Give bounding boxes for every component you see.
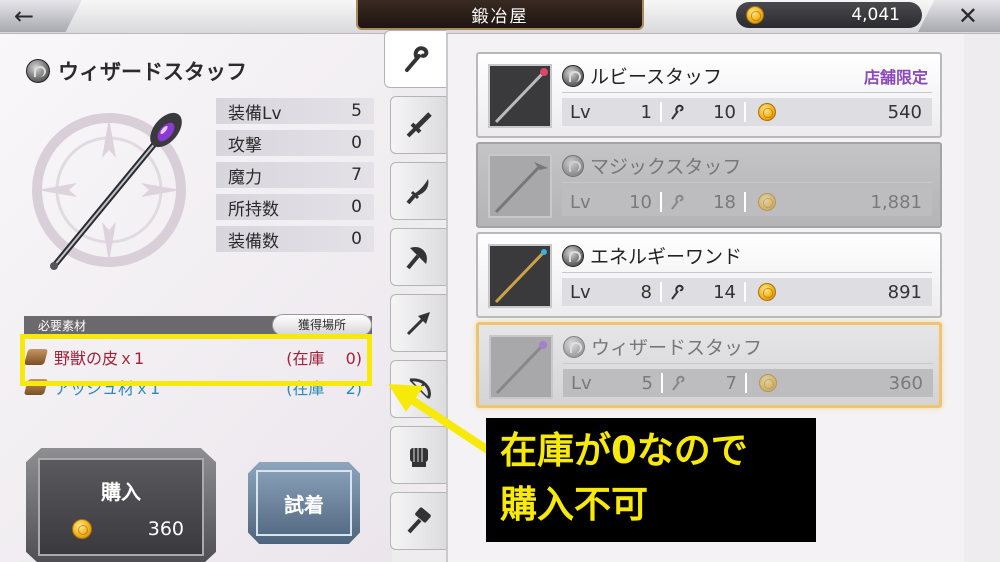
blade-icon xyxy=(405,179,428,205)
sword-icon xyxy=(406,112,432,138)
coin-icon xyxy=(759,374,777,392)
shop-item-price: 891 xyxy=(887,281,922,303)
item-emblem-image xyxy=(32,112,186,270)
close-icon: ✕ xyxy=(957,2,978,30)
buy-button[interactable]: 購入 360 xyxy=(26,448,216,562)
magic-power-icon xyxy=(671,194,684,210)
coin-icon xyxy=(758,103,776,121)
shop-item-level: 10 xyxy=(629,191,652,213)
magic-power-icon xyxy=(671,284,684,300)
magic-icon xyxy=(26,59,50,83)
spear-icon xyxy=(406,312,430,336)
page-title: 鍛冶屋 xyxy=(356,0,644,30)
stat-row-magic: 魔力 7 xyxy=(216,162,374,188)
buy-label: 購入 xyxy=(101,480,141,504)
coin-icon xyxy=(758,193,776,211)
magic-icon xyxy=(563,335,585,358)
annotation-box: 在庫が0なので 購入不可 xyxy=(486,418,816,542)
item-name: ウィザードスタッフ xyxy=(58,59,247,84)
shop-item-card[interactable]: ルビースタッフ 店舗限定 Lv 1 10 540 xyxy=(476,52,942,138)
shop-item-name: ルビースタッフ xyxy=(590,66,723,88)
staff-icon xyxy=(404,46,428,72)
missing-material-highlight xyxy=(20,334,372,386)
tab-staff[interactable] xyxy=(384,30,446,88)
tab-axe[interactable] xyxy=(390,228,446,286)
shop-item-price: 540 xyxy=(887,101,922,123)
shop-item-price: 1,881 xyxy=(870,191,922,213)
shop-item-card-selected[interactable]: ウィザードスタッフ Lv 5 7 360 xyxy=(476,322,942,408)
tab-spear[interactable] xyxy=(390,294,446,352)
stat-row-owned: 所持数 0 xyxy=(216,194,374,220)
stat-row-attack: 攻撃 0 xyxy=(216,130,374,156)
magic-icon xyxy=(562,244,584,267)
coin-icon xyxy=(746,6,764,24)
shop-item-name: ウィザードスタッフ xyxy=(591,337,763,359)
currency-display: 4,041 xyxy=(736,2,922,28)
shop-item-name: エネルギーワンド xyxy=(590,246,743,268)
item-thumbnail xyxy=(488,154,552,218)
annotation-line-2: 購入不可 xyxy=(500,483,648,526)
axe-icon xyxy=(405,246,427,270)
tab-blade[interactable] xyxy=(390,162,446,220)
shop-item-card[interactable]: マジックスタッフ Lv 10 18 1,881 xyxy=(476,142,942,228)
item-thumbnail xyxy=(488,64,552,128)
back-arrow-icon: ← xyxy=(14,2,35,30)
shop-item-magic: 10 xyxy=(713,101,736,123)
currency-amount: 4,041 xyxy=(851,5,900,25)
try-on-button[interactable]: 試着 xyxy=(248,462,360,544)
item-title: ウィザードスタッフ xyxy=(26,56,247,86)
magic-power-icon xyxy=(672,375,685,391)
buy-price-value: 360 xyxy=(147,518,184,540)
top-bar: ← 鍛冶屋 4,041 ✕ xyxy=(0,0,1000,34)
shop-limited-badge: 店舗限定 xyxy=(863,68,928,87)
coin-icon xyxy=(758,283,776,301)
shop-item-stats: Lv 10 18 1,881 xyxy=(562,188,932,216)
magic-power-icon xyxy=(671,104,684,120)
tab-hammer[interactable] xyxy=(390,492,446,550)
tab-sword[interactable] xyxy=(390,96,446,154)
shop-item-level: 8 xyxy=(640,281,652,303)
shop-item-stats: Lv 5 7 360 xyxy=(563,369,933,397)
shop-item-magic: 18 xyxy=(713,191,736,213)
coin-icon xyxy=(72,519,92,539)
item-thumbnail xyxy=(488,244,552,308)
hammer-icon xyxy=(407,507,431,534)
shop-item-price: 360 xyxy=(888,372,923,394)
buy-price: 360 xyxy=(72,518,184,540)
magic-icon xyxy=(562,64,584,87)
try-on-label: 試着 xyxy=(256,470,352,536)
item-detail-panel: ウィザードスタッフ 装備Lv 5 攻撃 0 魔力 7 所持数 0 装備数 0 必要素材 獲… xyxy=(0,34,392,562)
annotation-line-1: 在庫が0なので xyxy=(500,429,748,472)
stat-row-equipped: 装備数 0 xyxy=(216,226,374,252)
shop-item-stats: Lv 1 10 540 xyxy=(562,98,932,126)
magic-icon xyxy=(562,154,584,177)
shop-item-level: 1 xyxy=(640,101,652,123)
close-button[interactable]: ✕ xyxy=(918,0,1000,32)
shop-item-magic: 14 xyxy=(713,281,736,303)
shop-item-stats: Lv 8 14 891 xyxy=(562,278,932,306)
shop-item-name: マジックスタッフ xyxy=(590,156,742,178)
shop-item-card[interactable]: エネルギーワンド Lv 8 14 891 xyxy=(476,232,942,318)
source-location-button[interactable]: 獲得場所 xyxy=(272,314,372,336)
shop-item-magic: 7 xyxy=(725,372,737,394)
back-button[interactable]: ← xyxy=(0,0,82,32)
stat-row-level: 装備Lv 5 xyxy=(216,98,374,124)
shop-item-level: 5 xyxy=(641,372,653,394)
